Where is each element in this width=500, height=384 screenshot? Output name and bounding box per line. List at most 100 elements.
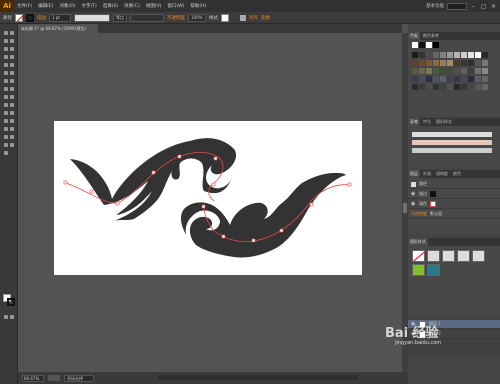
swatch[interactable] bbox=[454, 52, 460, 58]
swatch[interactable] bbox=[468, 68, 474, 74]
swatch[interactable] bbox=[440, 52, 446, 58]
swatch[interactable] bbox=[433, 84, 439, 90]
swatch[interactable] bbox=[468, 76, 474, 82]
visibility-eye-icon[interactable]: ◉ bbox=[411, 191, 416, 197]
swatch[interactable] bbox=[468, 52, 474, 58]
swatch[interactable] bbox=[426, 60, 432, 66]
swatch[interactable] bbox=[440, 68, 446, 74]
swatch-black[interactable] bbox=[433, 42, 439, 48]
menu-edit[interactable]: 编辑(E) bbox=[35, 3, 56, 9]
swatch[interactable] bbox=[447, 52, 453, 58]
fill-swatch[interactable] bbox=[15, 13, 23, 22]
swatch[interactable] bbox=[468, 60, 474, 66]
swatch[interactable] bbox=[461, 68, 467, 74]
brush-artwork[interactable] bbox=[54, 121, 362, 275]
shape-builder-tool-icon[interactable] bbox=[9, 102, 15, 108]
swatch[interactable] bbox=[447, 60, 453, 66]
appearance-fill-row[interactable]: ◉ 填色 bbox=[408, 200, 500, 209]
appearance-stroke-row[interactable]: ◉ 描边 bbox=[408, 190, 500, 199]
menu-object[interactable]: 对象(O) bbox=[56, 3, 78, 9]
swatch[interactable] bbox=[475, 68, 481, 74]
visibility-eye-icon[interactable]: ◉ bbox=[411, 201, 416, 207]
swatch[interactable] bbox=[454, 60, 460, 66]
stroke-label[interactable]: 描边 bbox=[37, 15, 46, 21]
swatch[interactable] bbox=[419, 76, 425, 82]
tab-color[interactable]: 颜色 bbox=[451, 170, 463, 178]
graphic-style-swatch[interactable] bbox=[412, 250, 425, 262]
swatch[interactable] bbox=[412, 52, 418, 58]
swatch[interactable] bbox=[419, 60, 425, 66]
brush-item[interactable] bbox=[412, 140, 492, 145]
align-label[interactable]: 对齐 bbox=[249, 15, 258, 21]
opacity-field[interactable]: 100% bbox=[188, 13, 206, 22]
swatch[interactable] bbox=[419, 68, 425, 74]
swatch-white[interactable] bbox=[426, 42, 432, 48]
swatch[interactable] bbox=[440, 76, 446, 82]
swatch[interactable] bbox=[447, 68, 453, 74]
lasso-tool-icon[interactable] bbox=[9, 38, 15, 44]
zoom-field[interactable]: 66.67% bbox=[22, 374, 44, 382]
swatch[interactable] bbox=[482, 52, 488, 58]
swatch[interactable] bbox=[461, 76, 467, 82]
swatch[interactable] bbox=[412, 84, 418, 90]
variable-width-preview[interactable] bbox=[74, 13, 110, 22]
graphic-style-swatch[interactable] bbox=[427, 264, 440, 276]
zoom-tool-icon[interactable] bbox=[3, 150, 9, 156]
vertical-scroll-thumb[interactable] bbox=[403, 203, 407, 213]
swatch[interactable] bbox=[461, 52, 467, 58]
minimize-button[interactable]: – bbox=[470, 3, 477, 10]
menu-effect[interactable]: 效果(C) bbox=[121, 3, 143, 9]
swatch[interactable] bbox=[440, 60, 446, 66]
graphic-style-swatch[interactable] bbox=[457, 250, 470, 262]
swatch-registration[interactable] bbox=[419, 42, 425, 48]
opacity-label[interactable]: 不透明度 bbox=[167, 15, 185, 21]
tab-color-guide[interactable]: 颜色参考 bbox=[421, 32, 441, 40]
graphic-style-swatch[interactable] bbox=[412, 264, 425, 276]
eyedropper-tool-icon[interactable] bbox=[9, 118, 15, 124]
swatch[interactable] bbox=[433, 60, 439, 66]
menu-view[interactable]: 视图(V) bbox=[143, 3, 165, 9]
scissors-tool-icon[interactable] bbox=[9, 78, 15, 84]
swatch[interactable] bbox=[426, 68, 432, 74]
menu-help[interactable]: 帮助(H) bbox=[187, 3, 209, 9]
workspace-switcher[interactable]: 基本功能 bbox=[426, 3, 444, 9]
tab-layers[interactable]: 图层 bbox=[408, 170, 420, 178]
brush-item[interactable] bbox=[412, 148, 492, 153]
hand-tool-icon[interactable] bbox=[9, 142, 15, 148]
swatch[interactable] bbox=[426, 52, 432, 58]
transform-label[interactable]: 变换 bbox=[261, 15, 270, 21]
swatch[interactable] bbox=[426, 76, 432, 82]
artboard-nav-icon[interactable] bbox=[48, 375, 60, 381]
brush-item[interactable] bbox=[412, 132, 492, 137]
swatch[interactable] bbox=[482, 76, 488, 82]
swatch[interactable] bbox=[454, 68, 460, 74]
menu-window[interactable]: 窗口(W) bbox=[164, 3, 187, 9]
tab-brushes[interactable]: 画笔 bbox=[408, 118, 420, 126]
swatch[interactable] bbox=[468, 84, 474, 90]
appearance-opacity-row[interactable]: 不透明度 默认值 bbox=[408, 210, 500, 219]
graphic-style-swatch[interactable] bbox=[427, 250, 440, 262]
swatch[interactable] bbox=[447, 76, 453, 82]
brush-definition-preview[interactable] bbox=[130, 13, 164, 22]
swatch[interactable] bbox=[419, 84, 425, 90]
tab-transparency[interactable]: 透明度 bbox=[434, 170, 450, 178]
artboard-tool-icon[interactable] bbox=[9, 134, 15, 140]
search-field[interactable] bbox=[447, 2, 467, 10]
horizontal-scrollbar[interactable] bbox=[158, 375, 358, 380]
tab-symbols[interactable]: 符号 bbox=[421, 118, 433, 126]
tab-appearance[interactable]: 外观 bbox=[421, 170, 433, 178]
menu-type[interactable]: 文字(T) bbox=[79, 3, 100, 9]
scale-tool-icon[interactable] bbox=[9, 86, 15, 92]
style-swatch[interactable] bbox=[221, 13, 229, 22]
swatch-none[interactable] bbox=[412, 42, 418, 48]
swatch[interactable] bbox=[461, 84, 467, 90]
swatch[interactable] bbox=[440, 84, 446, 90]
mesh-tool-icon[interactable] bbox=[9, 110, 15, 116]
status-tool-dropdown[interactable]: 直接选择 bbox=[64, 374, 94, 382]
line-tool-icon[interactable] bbox=[9, 54, 15, 60]
swatch[interactable] bbox=[412, 60, 418, 66]
blob-brush-tool-icon[interactable] bbox=[9, 70, 15, 76]
swatch[interactable] bbox=[482, 68, 488, 74]
canvas-area[interactable] bbox=[18, 33, 402, 372]
swatch[interactable] bbox=[482, 60, 488, 66]
